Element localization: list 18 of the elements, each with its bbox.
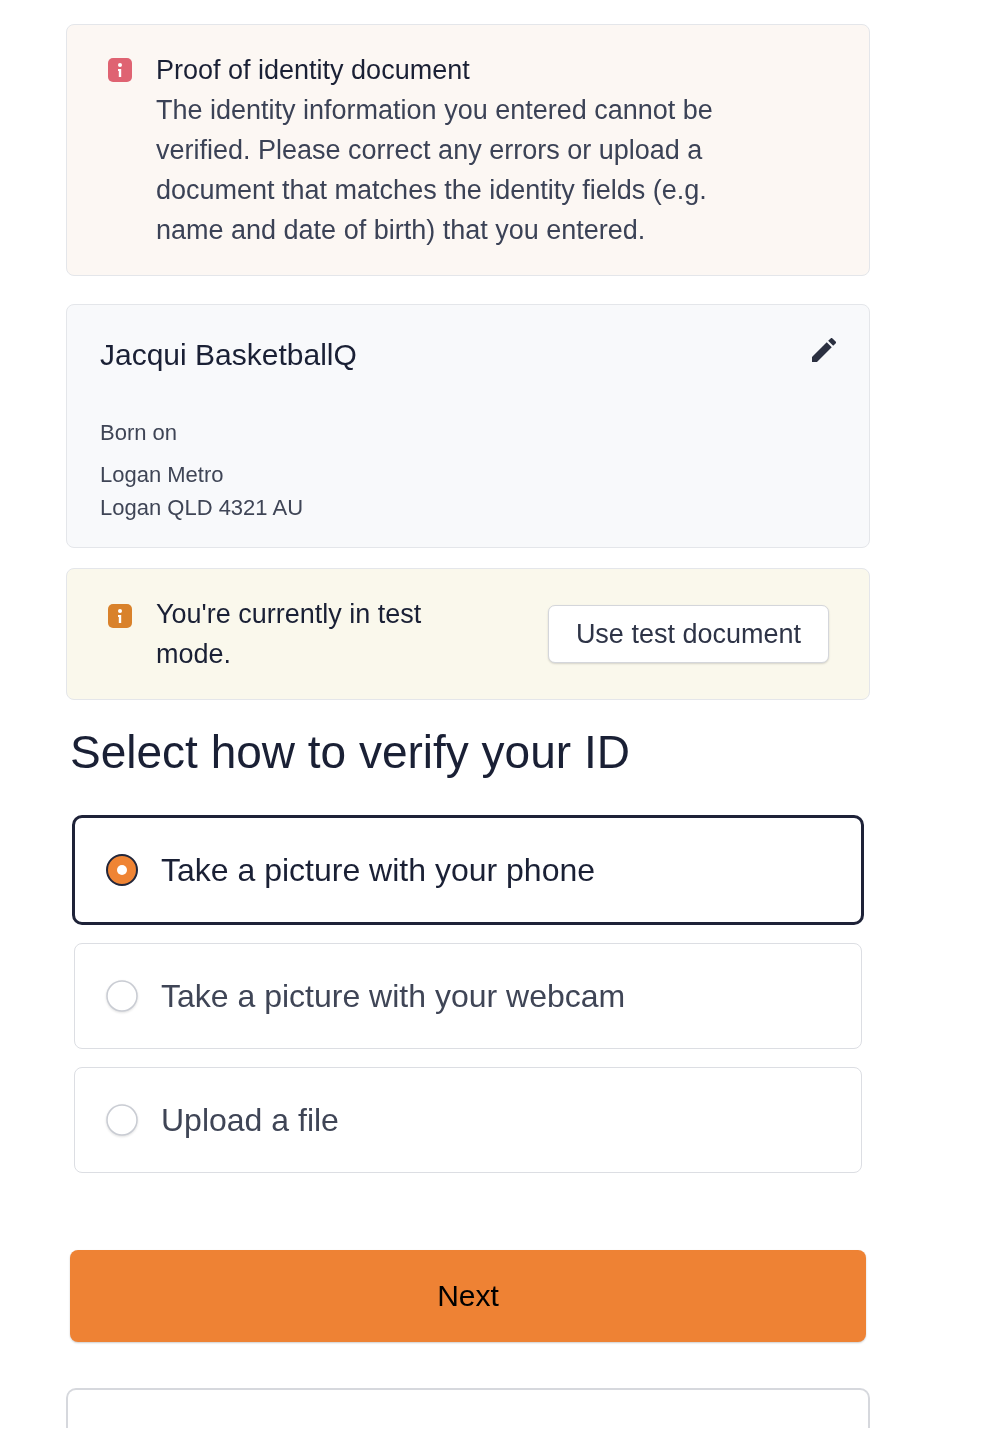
person-name: Jacqui BasketballQ bbox=[100, 337, 357, 373]
outline-button[interactable] bbox=[66, 1388, 870, 1428]
address-line: Logan Metro bbox=[100, 461, 225, 489]
pencil-icon[interactable] bbox=[812, 338, 836, 362]
next-button[interactable]: Next bbox=[70, 1250, 866, 1342]
verify-option[interactable]: Take a picture with your webcam bbox=[74, 943, 862, 1049]
section-heading: Select how to verify your ID bbox=[70, 725, 631, 780]
verify-option[interactable]: Take a picture with your phone bbox=[72, 815, 864, 925]
info-icon bbox=[108, 58, 132, 82]
verify-option[interactable]: Upload a file bbox=[74, 1067, 862, 1173]
use-test-document-button[interactable]: Use test document bbox=[547, 605, 829, 663]
radio-button[interactable] bbox=[106, 854, 138, 886]
born-label: Born on bbox=[100, 419, 179, 447]
info-icon bbox=[108, 604, 132, 628]
alert-message: The identity information you entered cannot be verified. Please correct any errors or upload a document that matches the identity fields (e.g. name and date of birth) that you entered. bbox=[156, 94, 714, 247]
alert-title: Proof of identity document bbox=[156, 54, 471, 87]
test-mode-message: You're currently in test mode. bbox=[156, 598, 423, 671]
address-line: Logan QLD 4321 AU bbox=[100, 494, 305, 522]
